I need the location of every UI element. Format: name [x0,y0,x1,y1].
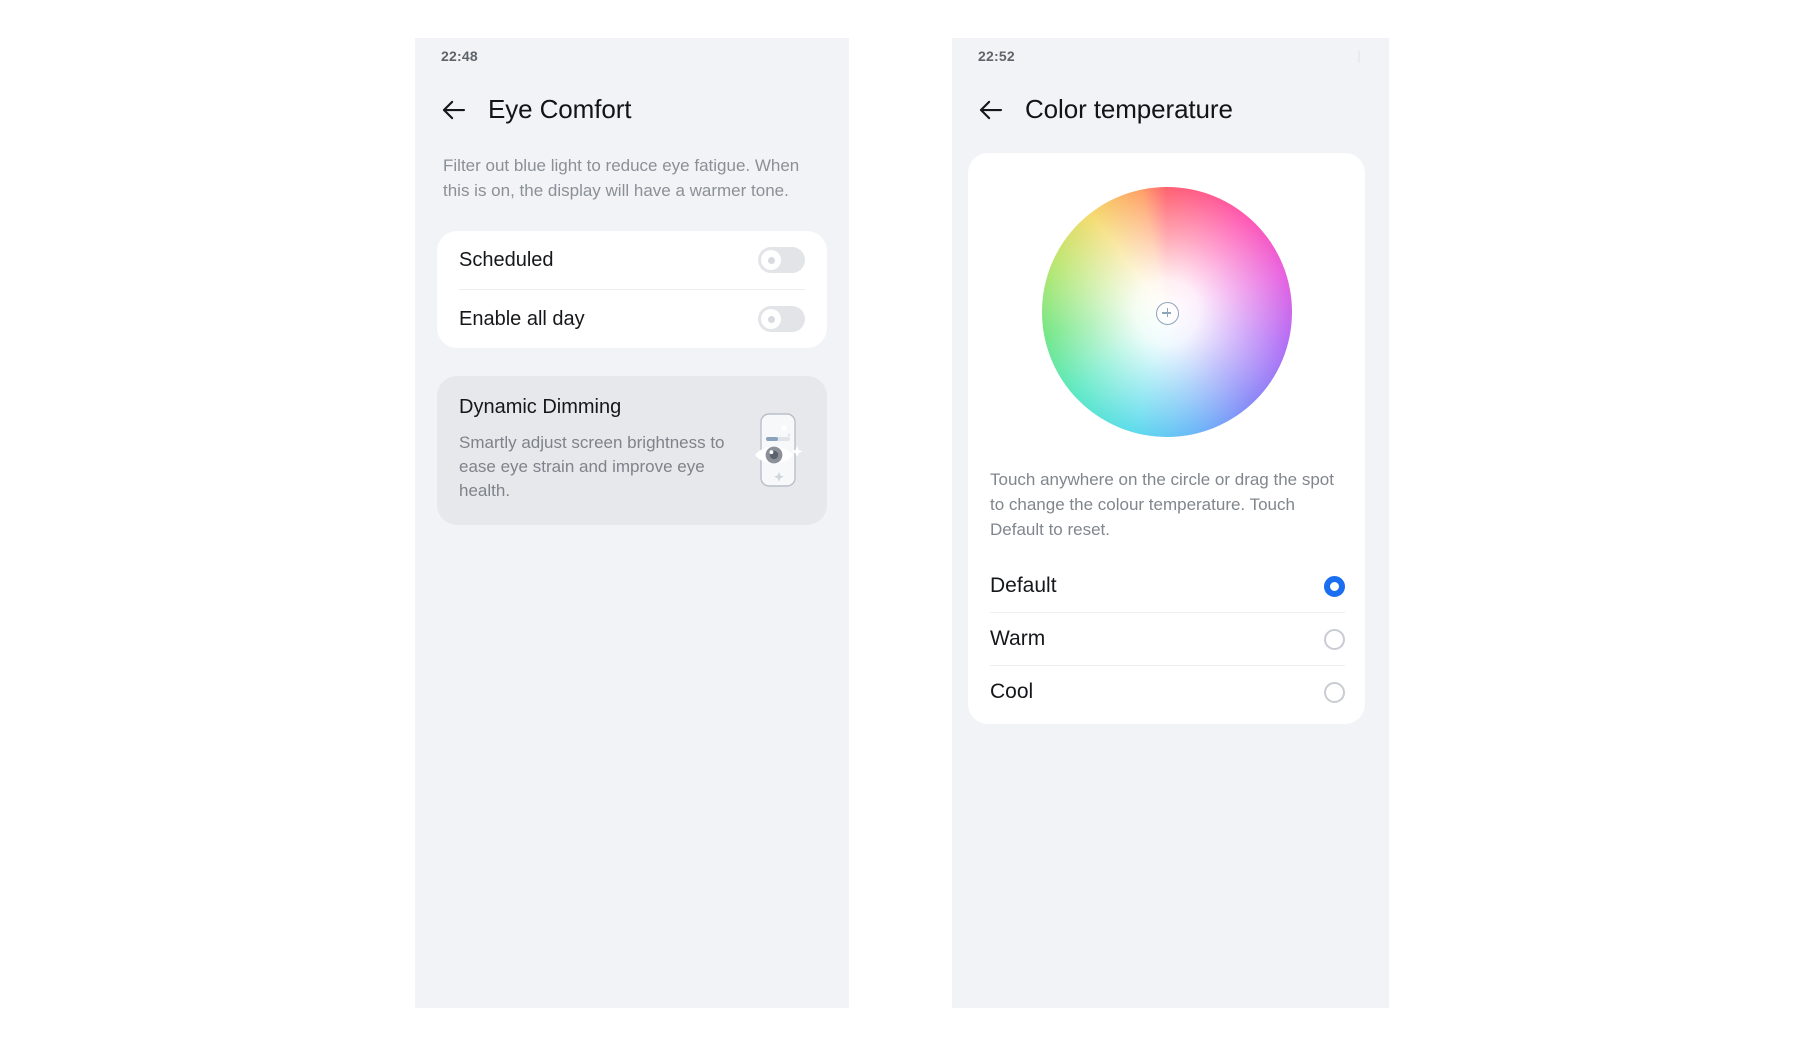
preset-option-list: Default Warm Cool [968,542,1365,724]
app-bar: Eye Comfort [415,72,849,135]
toggle-knob [761,309,781,329]
option-default[interactable]: Default [968,560,1365,612]
status-bar: 22:48 [415,38,849,72]
app-bar: Color temperature [952,72,1389,135]
wheel-container [968,187,1365,437]
color-temperature-screen: 22:52 ❘ Color temperature Touch anywhere… [952,38,1389,1008]
status-bar: 22:52 ❘ [952,38,1389,72]
status-indicator: ❘ [1353,49,1365,63]
dynamic-dimming-text: Dynamic Dimming Smartly adjust screen br… [459,396,727,503]
row-enable-all-day[interactable]: Enable all day [437,290,827,348]
option-cool[interactable]: Cool [968,666,1365,718]
row-label-enable-all-day: Enable all day [459,307,585,330]
switch-card: Scheduled Enable all day [437,231,827,348]
radio-default[interactable] [1324,575,1345,597]
option-label-cool: Cool [990,680,1034,703]
page-title: Eye Comfort [488,94,632,124]
radio-warm[interactable] [1324,628,1345,650]
option-warm[interactable]: Warm [968,613,1365,665]
row-scheduled[interactable]: Scheduled [437,231,827,289]
toggle-scheduled[interactable] [758,247,805,273]
feature-description: Filter out blue light to reduce eye fati… [443,156,800,200]
dynamic-dimming-card[interactable]: Dynamic Dimming Smartly adjust screen br… [437,376,827,525]
wheel-instructions: Touch anywhere on the circle or drag the… [990,470,1334,539]
screenshot-root: 22:48 Eye Comfort Filter out blue light … [0,0,1800,1052]
radio-cool[interactable] [1324,681,1345,703]
arrow-left-icon[interactable] [976,95,1006,125]
page-title: Color temperature [1025,94,1233,124]
colour-temperature-card: Touch anywhere on the circle or drag the… [968,153,1365,724]
option-label-default: Default [990,574,1057,597]
row-label-scheduled: Scheduled [459,248,554,271]
toggle-knob [761,250,781,270]
colour-temperature-wheel[interactable] [1041,187,1292,437]
toggle-enable-all-day[interactable] [758,306,805,332]
phone-brightness-eye-icon [755,412,803,487]
dynamic-dimming-subtitle: Smartly adjust screen brightness to ease… [459,433,725,500]
arrow-left-icon[interactable] [439,95,469,125]
status-time: 22:48 [441,48,478,64]
eye-comfort-screen: 22:48 Eye Comfort Filter out blue light … [415,38,849,1008]
crosshair-marker-icon[interactable] [1156,301,1179,325]
status-time: 22:52 [978,48,1015,64]
dynamic-dimming-title: Dynamic Dimming [459,396,622,418]
option-label-warm: Warm [990,627,1046,650]
